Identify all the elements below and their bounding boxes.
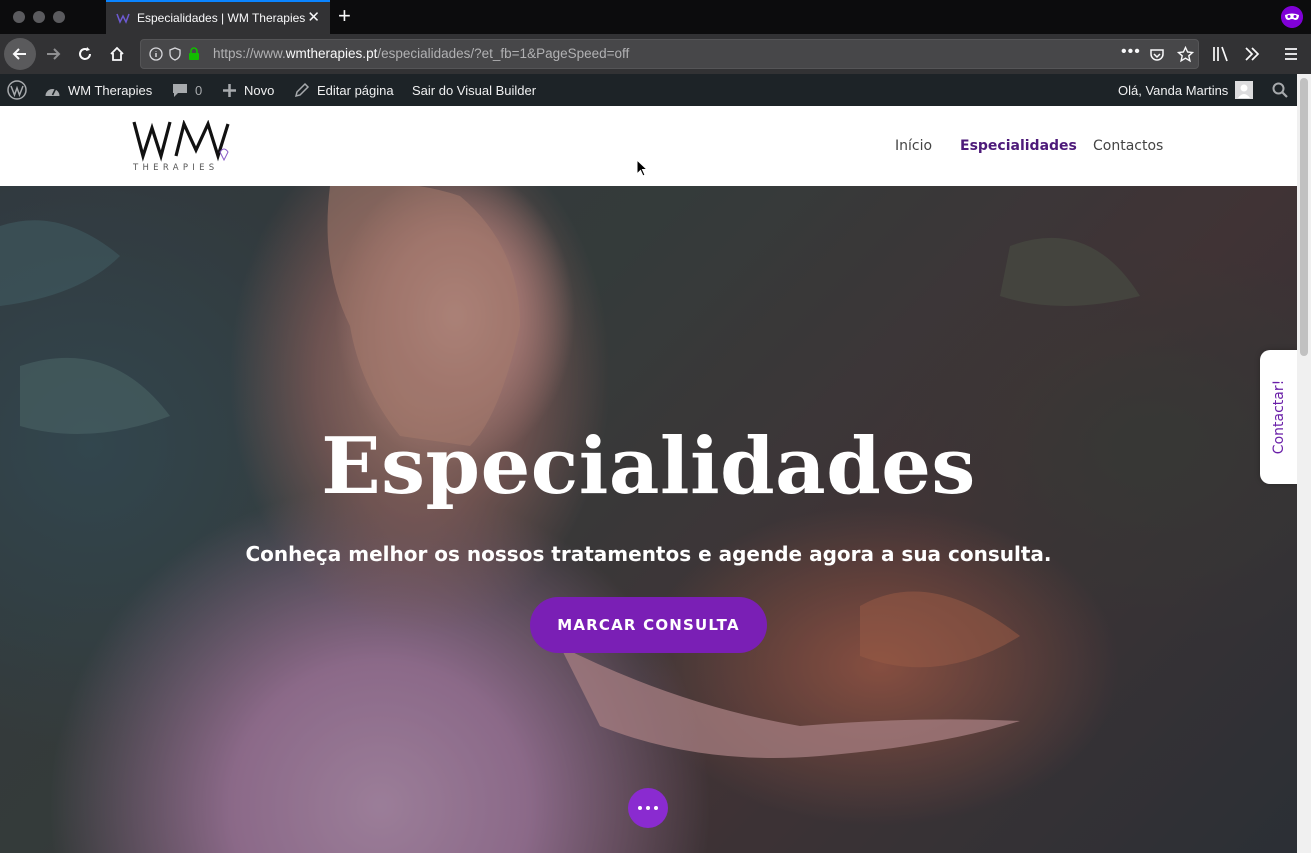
user-account-menu[interactable]: Olá, Vanda Martins	[1118, 74, 1254, 106]
page-actions-icon[interactable]: •••	[1121, 43, 1141, 61]
arrow-left-icon	[12, 48, 26, 60]
plus-icon	[223, 83, 236, 97]
pencil-icon	[294, 82, 310, 98]
forward-button[interactable]	[37, 38, 69, 70]
site-name: WM Therapies	[68, 82, 153, 98]
reload-button[interactable]	[69, 38, 101, 70]
reload-icon	[79, 47, 91, 60]
exit-visual-builder-link[interactable]: Sair do Visual Builder	[412, 74, 536, 106]
hero-subtitle: Conheça melhor os nossos tratamentos e a…	[245, 542, 1052, 566]
home-icon	[110, 46, 124, 61]
browser-toolbar: https://www.wmtherapies.pt/especialidade…	[0, 34, 1311, 74]
nav-especialidades[interactable]: Especialidades	[960, 138, 1077, 154]
hamburger-menu-icon[interactable]	[1284, 47, 1298, 61]
overflow-chevron-icon[interactable]	[1244, 46, 1260, 62]
site-header: THERAPIES Início Especialidades Contacto…	[0, 106, 1297, 186]
svg-text:THERAPIES: THERAPIES	[132, 163, 218, 172]
user-avatar	[1235, 81, 1254, 99]
bookmark-star-icon[interactable]	[1177, 46, 1194, 63]
url-text[interactable]: https://www.wmtherapies.pt/especialidade…	[213, 46, 629, 61]
nav-contactos[interactable]: Contactos	[1093, 138, 1163, 154]
dot-icon	[646, 806, 650, 810]
home-button[interactable]	[101, 38, 133, 70]
lock-icon[interactable]	[188, 47, 200, 61]
info-icon[interactable]	[149, 47, 163, 61]
contact-side-tab-label: Contactar!	[1270, 379, 1287, 455]
site-name-link[interactable]: WM Therapies	[44, 74, 152, 106]
new-label: Novo	[244, 82, 275, 98]
user-greeting: Olá, Vanda Martins	[1118, 82, 1229, 98]
comment-icon	[173, 83, 187, 97]
new-tab-icon[interactable]: +	[338, 3, 351, 29]
edit-page-link[interactable]: Editar página	[294, 74, 394, 106]
url-path: /especialidades/?et_fb=1&PageSpeed=off	[377, 46, 630, 61]
new-content-link[interactable]: Novo	[222, 74, 274, 106]
contact-side-tab[interactable]: Contactar!	[1260, 350, 1297, 484]
maximize-window-button[interactable]	[53, 11, 65, 23]
hero-section: Especialidades Conheça melhor os nossos …	[0, 186, 1297, 853]
wordpress-logo-button[interactable]	[7, 74, 27, 106]
exit-visual-builder-label: Sair do Visual Builder	[412, 82, 537, 98]
wm-therapies-logo[interactable]: THERAPIES	[132, 120, 232, 172]
minimize-window-button[interactable]	[33, 11, 45, 23]
hero-overlay	[0, 186, 1297, 853]
close-window-button[interactable]	[13, 11, 25, 23]
book-appointment-button[interactable]: MARCAR CONSULTA	[530, 597, 767, 653]
web-page: THERAPIES Início Especialidades Contacto…	[0, 106, 1297, 853]
comments-link[interactable]: 0	[172, 74, 202, 106]
shield-icon[interactable]	[168, 47, 182, 61]
user-silhouette-icon	[1238, 84, 1251, 98]
pocket-icon[interactable]	[1149, 47, 1165, 63]
url-domain: wmtherapies.pt	[285, 46, 378, 61]
search-icon	[1272, 82, 1288, 98]
back-button[interactable]	[4, 38, 36, 70]
comments-count: 0	[195, 82, 203, 98]
dot-icon	[638, 806, 642, 810]
tab-title: Especialidades | WM Therapies	[137, 11, 306, 25]
dot-icon	[654, 806, 658, 810]
edit-page-label: Editar página	[317, 82, 394, 98]
nav-inicio[interactable]: Início	[895, 138, 932, 154]
hero-title: Especialidades	[321, 421, 976, 512]
browser-tab[interactable]: Especialidades | WM Therapies ✕	[106, 0, 330, 34]
mouse-cursor-icon	[636, 159, 648, 177]
admin-search-button[interactable]	[1272, 74, 1288, 106]
dashboard-icon	[45, 88, 60, 96]
private-browsing-icon	[1281, 6, 1303, 28]
url-bar[interactable]: https://www.wmtherapies.pt/especialidade…	[140, 39, 1199, 69]
browser-tab-bar: Especialidades | WM Therapies ✕ +	[0, 0, 1311, 34]
wordpress-icon	[7, 80, 27, 100]
close-tab-icon[interactable]: ✕	[307, 8, 320, 26]
page-scrollbar-thumb[interactable]	[1300, 78, 1308, 356]
wp-admin-bar: WM Therapies 0 Novo Editar página Sair d…	[0, 74, 1297, 106]
arrow-right-icon	[47, 48, 61, 60]
builder-more-options-button[interactable]	[628, 788, 668, 828]
library-icon[interactable]	[1212, 45, 1230, 63]
site-favicon-icon	[116, 13, 130, 24]
url-prefix: https://www.	[213, 46, 286, 61]
